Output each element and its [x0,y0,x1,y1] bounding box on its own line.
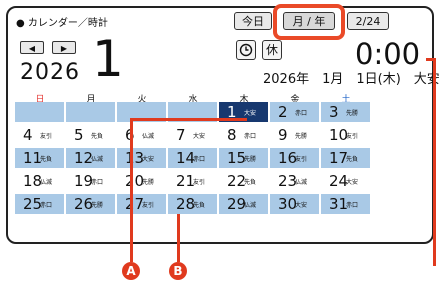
rokuyo-label: 大安 [142,156,155,163]
day-cell[interactable]: 13 大安 [117,148,166,168]
app-title: ● カレンダー／時計 [16,18,108,29]
rokuyo-label: 先勝 [346,110,359,117]
rokuyo-label: 先負 [244,179,257,186]
empty-day-cell [66,102,115,122]
rokuyo-label: 先負 [193,202,206,209]
day-cell[interactable]: 21 友引 [168,171,217,191]
day-cell[interactable]: 15 先勝 [219,148,268,168]
rokuyo-label: 大安 [346,179,359,186]
rokuyo-label: 友引 [142,202,155,209]
rokuyo-label: 仏滅 [142,133,155,140]
rokuyo-label: 友引 [346,133,359,140]
rokuyo-label: 仏滅 [295,179,308,186]
callout-a-line [130,118,247,121]
callout-a-line-vertical [130,118,133,262]
rokuyo-label: 赤口 [193,156,206,163]
day-cell[interactable]: 9 先勝 [270,125,319,145]
day-cell[interactable]: 27 友引 [117,194,166,214]
day-cell[interactable]: 20 先勝 [117,171,166,191]
page-indicator: 2/24 [347,12,389,30]
day-cell[interactable]: 12 仏滅 [66,148,115,168]
rokuyo-label: 大安 [193,133,206,140]
day-cell[interactable]: 4 友引 [15,125,64,145]
rokuyo-label: 赤口 [40,202,53,209]
day-cell[interactable]: 31 赤口 [321,194,370,214]
rokuyo-label: 仏滅 [244,202,257,209]
day-number: 2 [278,103,288,121]
date-line: 2026年 1月 1日(木) 大安 [263,72,440,87]
rokuyo-label: 先勝 [295,133,308,140]
day-cell[interactable]: 28 先負 [168,194,217,214]
day-number: 5 [74,126,84,144]
prev-month-button[interactable]: ◀ [20,41,44,54]
rokuyo-label: 赤口 [244,133,257,140]
rokuyo-label: 仏滅 [91,156,104,163]
rokuyo-label: 先負 [91,133,104,140]
rokuyo-label: 友引 [193,179,206,186]
clock-icon [239,43,253,57]
rokuyo-label: 先勝 [142,179,155,186]
callout-time-line-vertical [433,58,436,266]
today-button[interactable]: 今日 [234,12,272,30]
empty-day-cell [15,102,64,122]
rokuyo-label: 先負 [40,156,53,163]
day-cell[interactable]: 14 赤口 [168,148,217,168]
day-cell[interactable]: 25 赤口 [15,194,64,214]
day-cell[interactable]: 26 先勝 [66,194,115,214]
rokuyo-label: 赤口 [295,110,308,117]
day-cell[interactable]: 8 赤口 [219,125,268,145]
rokuyo-label: 大安 [295,202,308,209]
day-cell[interactable]: 23 仏滅 [270,171,319,191]
day-cell[interactable]: 3 先勝 [321,102,370,122]
day-cell[interactable]: 10 友引 [321,125,370,145]
callout-a-marker: A [122,262,140,280]
rokuyo-label: 先負 [346,156,359,163]
month-display: 1 [92,30,124,88]
month-year-highlight [273,4,345,40]
rokuyo-label: 友引 [295,156,308,163]
day-number: 3 [329,103,339,121]
day-cell[interactable]: 16 友引 [270,148,319,168]
clock-button[interactable] [236,40,256,60]
day-number: 7 [176,126,186,144]
day-number: 4 [23,126,33,144]
day-cell[interactable]: 29 仏滅 [219,194,268,214]
day-cell[interactable]: 19 赤口 [66,171,115,191]
day-number: 8 [227,126,237,144]
day-cell[interactable]: 2 赤口 [270,102,319,122]
callout-b-marker: B [169,262,187,280]
rokuyo-label: 大安 [244,110,257,117]
rokuyo-label: 赤口 [91,179,104,186]
rokuyo-label: 先勝 [91,202,104,209]
holiday-button[interactable]: 休 [262,40,282,60]
day-cell[interactable]: 22 先負 [219,171,268,191]
day-cell[interactable]: 7 大安 [168,125,217,145]
day-cell[interactable]: 5 先負 [66,125,115,145]
day-number: 9 [278,126,288,144]
time-display: 0:00 [355,37,421,71]
day-cell[interactable]: 11 先負 [15,148,64,168]
rokuyo-label: 赤口 [346,202,359,209]
next-month-button[interactable]: ▶ [52,41,76,54]
rokuyo-label: 先勝 [244,156,257,163]
day-cell[interactable]: 18 仏滅 [15,171,64,191]
day-cell[interactable]: 30 大安 [270,194,319,214]
rokuyo-label: 仏滅 [40,179,53,186]
day-cell[interactable]: 6仏滅 [117,125,166,145]
callout-b-line [177,214,180,262]
day-cell[interactable]: 17 先負 [321,148,370,168]
rokuyo-label: 友引 [40,133,53,140]
day-cell[interactable]: 24 大安 [321,171,370,191]
year-display: 2026 [20,60,80,85]
